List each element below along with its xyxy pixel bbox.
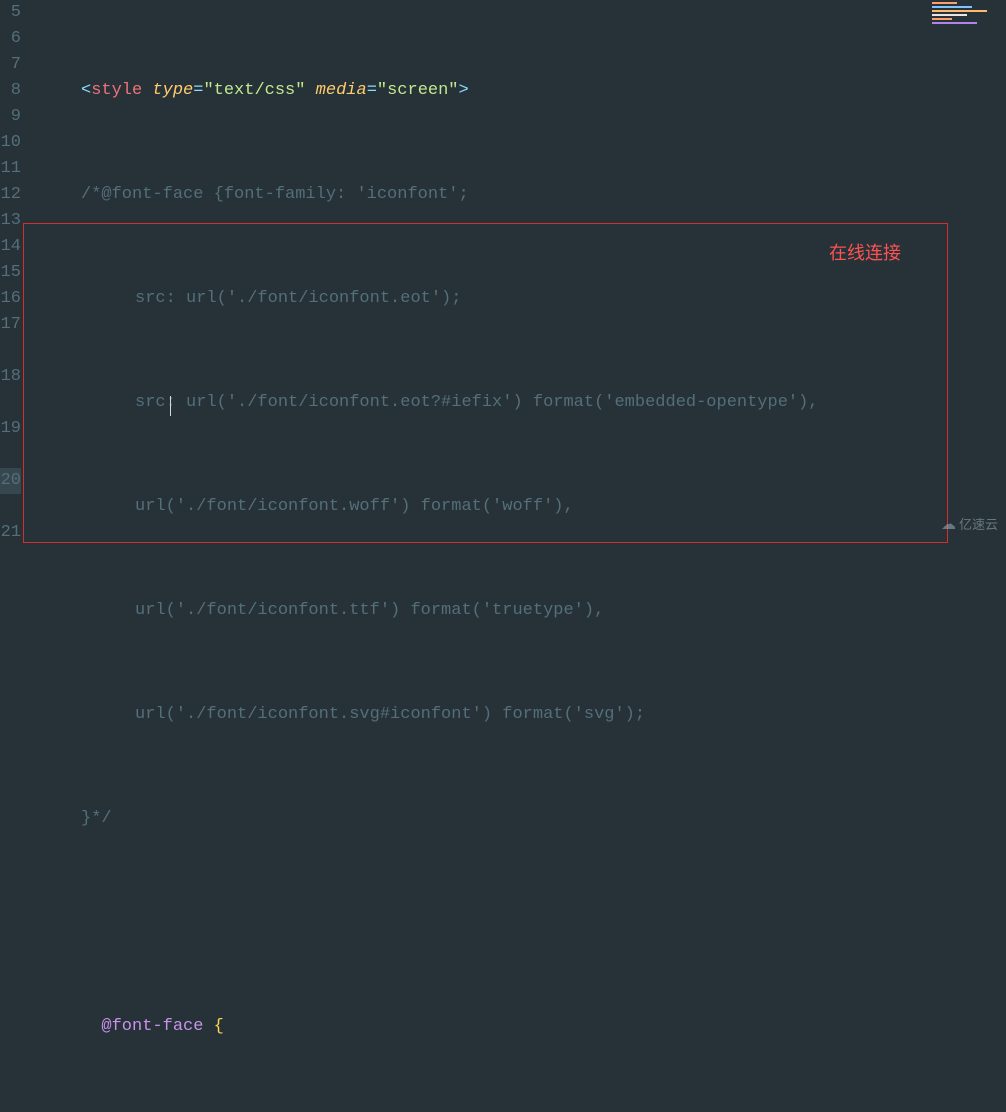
line-number [0, 442, 21, 468]
line-number: 6 [0, 26, 21, 52]
line-number: 7 [0, 52, 21, 78]
text-cursor [170, 396, 171, 416]
code-line[interactable]: /*@font-face {font-family: 'iconfont'; [35, 182, 819, 208]
watermark: ☁ 亿速云 [941, 512, 998, 538]
code-area[interactable]: <style type="text/css" media="screen"> /… [31, 0, 819, 556]
line-number: 13 [0, 208, 21, 234]
line-number: 17 [0, 312, 21, 338]
line-number [0, 338, 21, 364]
line-number: 19 [0, 416, 21, 442]
line-number [0, 494, 21, 520]
line-number: 21 [0, 520, 21, 546]
line-number: 11 [0, 156, 21, 182]
code-line[interactable]: url('./font/iconfont.woff') format('woff… [35, 494, 819, 520]
code-line[interactable]: src: url('./font/iconfont.eot?#iefix') f… [35, 390, 819, 416]
code-line[interactable] [35, 910, 819, 936]
line-number: 5 [0, 0, 21, 26]
line-number: 15 [0, 260, 21, 286]
line-number: 14 [0, 234, 21, 260]
line-number: 9 [0, 104, 21, 130]
line-number: 12 [0, 182, 21, 208]
line-number: 8 [0, 78, 21, 104]
line-number: 20 [0, 468, 21, 494]
code-line[interactable]: @font-face { [35, 1014, 819, 1040]
minimap[interactable] [932, 2, 1002, 30]
code-line[interactable]: <style type="text/css" media="screen"> [35, 78, 819, 104]
code-line[interactable]: url('./font/iconfont.svg#iconfont') form… [35, 702, 819, 728]
code-line[interactable]: url('./font/iconfont.ttf') format('truet… [35, 598, 819, 624]
code-line[interactable]: src: url('./font/iconfont.eot'); [35, 286, 819, 312]
line-number: 18 [0, 364, 21, 390]
line-number: 16 [0, 286, 21, 312]
line-number: 10 [0, 130, 21, 156]
line-number-gutter: 5 6 7 8 9 10 11 12 13 14 15 16 17 18 19 … [0, 0, 31, 556]
code-editor[interactable]: 5 6 7 8 9 10 11 12 13 14 15 16 17 18 19 … [0, 0, 1006, 556]
line-number [0, 390, 21, 416]
code-line[interactable]: }*/ [35, 806, 819, 832]
cloud-icon: ☁ [941, 512, 956, 538]
